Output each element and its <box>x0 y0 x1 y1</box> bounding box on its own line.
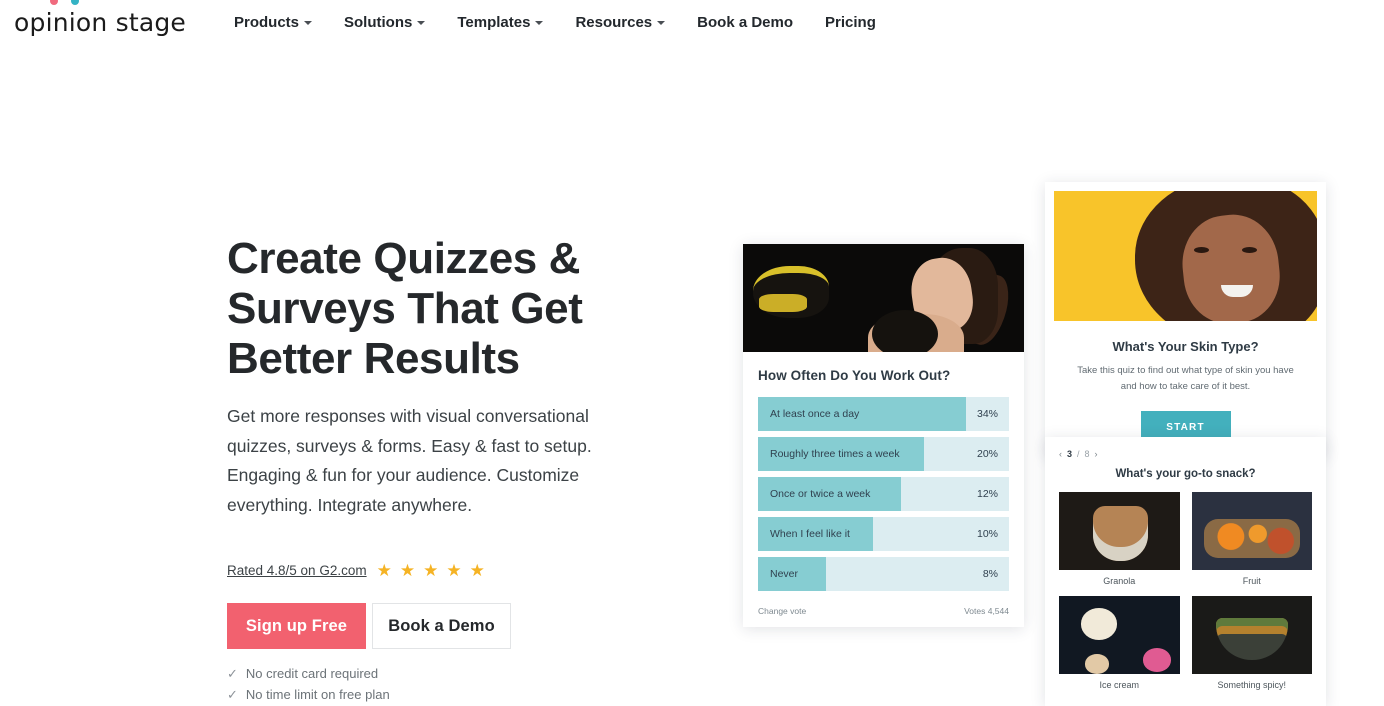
perk-item: ✓ No credit card required <box>227 663 700 684</box>
chevron-down-icon <box>657 21 666 25</box>
nav-item-resources[interactable]: Resources <box>559 10 681 35</box>
poll-option-row[interactable]: At least once a day 34% <box>758 397 1009 431</box>
portrait-eye <box>1242 247 1257 253</box>
logo-text: opinion stage <box>14 7 186 37</box>
poll-option-label: When I feel like it <box>770 528 850 540</box>
fruit-image <box>1191 492 1312 570</box>
star-icon: ★ <box>446 561 462 581</box>
nav-item-label: Book a Demo <box>697 13 794 31</box>
nav-item-label: Pricing <box>825 13 876 31</box>
vote-count: Votes 4,544 <box>964 606 1009 616</box>
top-navigation-bar: opinion stage Products Solutions Templat… <box>0 0 1384 44</box>
snack-option-label: Something spicy! <box>1217 680 1287 690</box>
nav-item-products[interactable]: Products <box>218 10 328 35</box>
chevron-right-icon[interactable]: › <box>1095 449 1098 459</box>
cta-row: Sign up Free Book a Demo <box>227 603 700 650</box>
nav-item-label: Products <box>234 13 300 31</box>
nav-item-solutions[interactable]: Solutions <box>328 10 441 35</box>
snack-option-label: Granola <box>1103 576 1136 586</box>
chevron-down-icon <box>535 21 544 25</box>
snack-question: What's your go-to snack? <box>1115 468 1256 480</box>
check-icon: ✓ <box>227 687 238 703</box>
poll-body: How Often Do You Work Out? At least once… <box>743 352 1024 591</box>
poll-option-row[interactable]: Once or twice a week 12% <box>758 477 1009 511</box>
poll-option-percent: 20% <box>976 448 998 460</box>
chevron-down-icon <box>304 21 313 25</box>
nav-item-pricing[interactable]: Pricing <box>809 10 892 35</box>
skin-type-quiz-card: What's Your Skin Type? Take this quiz to… <box>1045 182 1326 458</box>
poll-option-row[interactable]: Roughly three times a week 20% <box>758 437 1009 471</box>
granola-image <box>1059 492 1180 570</box>
star-icon: ★ <box>469 561 485 581</box>
poll-option-percent: 8% <box>982 568 998 580</box>
poll-question: How Often Do You Work Out? <box>758 368 951 383</box>
logo[interactable]: opinion stage <box>14 0 186 37</box>
snack-options-grid: Granola Fruit Ice cream Something spicy! <box>1059 492 1312 690</box>
woman-portrait-image <box>1054 191 1317 321</box>
check-icon: ✓ <box>227 666 238 682</box>
poll-option-percent: 12% <box>976 488 998 500</box>
star-rating: ★ ★ ★ ★ ★ <box>377 562 485 579</box>
ice-cream-image <box>1059 596 1180 674</box>
snack-option-granola[interactable]: Granola <box>1059 492 1180 586</box>
star-icon: ★ <box>399 561 416 581</box>
poll-option-label: At least once a day <box>770 408 860 420</box>
poll-option-label: Never <box>770 568 799 580</box>
snack-option-something-spicy[interactable]: Something spicy! <box>1191 596 1312 690</box>
poll-option-label: Roughly three times a week <box>770 448 900 460</box>
book-a-demo-button[interactable]: Book a Demo <box>372 603 511 650</box>
boxing-glove-strap <box>759 294 807 312</box>
poll-option-percent: 34% <box>976 408 998 420</box>
page-title: Create Quizzes & Surveys That Get Better… <box>227 234 583 384</box>
perks-list: ✓ No credit card required ✓ No time limi… <box>227 663 700 705</box>
hero-subtitle: Get more responses with visual conversat… <box>227 406 592 515</box>
poll-option-row[interactable]: When I feel like it 10% <box>758 517 1009 551</box>
change-vote-link[interactable]: Change vote <box>758 606 806 616</box>
snack-option-label: Ice cream <box>1099 680 1139 690</box>
perk-label: No time limit on free plan <box>245 687 390 703</box>
snack-quiz-card: ‹ 3 / 8 › What's your go-to snack? Grano… <box>1045 437 1326 706</box>
perk-item: ✓ No time limit on free plan <box>227 684 700 705</box>
hero-section: Create Quizzes & Surveys That Get Better… <box>0 44 1384 706</box>
rating-row: Rated 4.8/5 on G2.com ★ ★ ★ ★ ★ <box>227 562 700 579</box>
nav-links: Products Solutions Templates Resources B… <box>218 10 892 35</box>
snack-option-label: Fruit <box>1242 576 1261 586</box>
poll-preview-card: How Often Do You Work Out? At least once… <box>743 244 1024 627</box>
nav-item-label: Solutions <box>344 13 413 31</box>
sign-up-free-button[interactable]: Sign up Free <box>227 603 366 650</box>
logo-dot-teal-icon <box>71 0 79 5</box>
question-separator: / <box>1077 449 1080 459</box>
g2-rating-link[interactable]: Rated 4.8/5 on G2.com <box>227 563 367 578</box>
hero-copy-column: Create Quizzes & Surveys That Get Better… <box>0 134 700 705</box>
snack-option-fruit[interactable]: Fruit <box>1191 492 1312 586</box>
quiz-pagination: ‹ 3 / 8 › <box>1059 449 1312 459</box>
boxing-glove-icon <box>872 310 938 352</box>
poll-option-label: Once or twice a week <box>770 488 871 500</box>
snack-option-ice-cream[interactable]: Ice cream <box>1059 596 1180 690</box>
poll-option-percent: 10% <box>976 528 998 540</box>
nav-item-label: Templates <box>457 13 531 31</box>
star-icon: ★ <box>376 561 392 581</box>
star-icon: ★ <box>423 561 439 581</box>
chevron-left-icon[interactable]: ‹ <box>1059 449 1062 459</box>
portrait-eye <box>1194 247 1209 253</box>
nav-item-book-a-demo[interactable]: Book a Demo <box>681 10 809 35</box>
poll-option-row[interactable]: Never 8% <box>758 557 1009 591</box>
chevron-down-icon <box>417 21 426 25</box>
total-questions: 8 <box>1084 449 1090 459</box>
perk-label: No credit card required <box>245 666 379 682</box>
nav-item-templates[interactable]: Templates <box>441 10 559 35</box>
logo-dot-pink-icon <box>50 0 58 5</box>
nav-item-label: Resources <box>575 13 653 31</box>
hero-visuals-column: How Often Do You Work Out? At least once… <box>700 134 1384 706</box>
quiz-title: What's Your Skin Type? <box>1112 339 1259 354</box>
current-question-number: 3 <box>1067 449 1073 459</box>
boxer-image <box>743 244 1024 352</box>
poll-footer: Change vote Votes 4,544 <box>743 597 1024 627</box>
quiz-description: Take this quiz to find out what type of … <box>1077 365 1294 393</box>
spicy-food-image <box>1191 596 1312 674</box>
